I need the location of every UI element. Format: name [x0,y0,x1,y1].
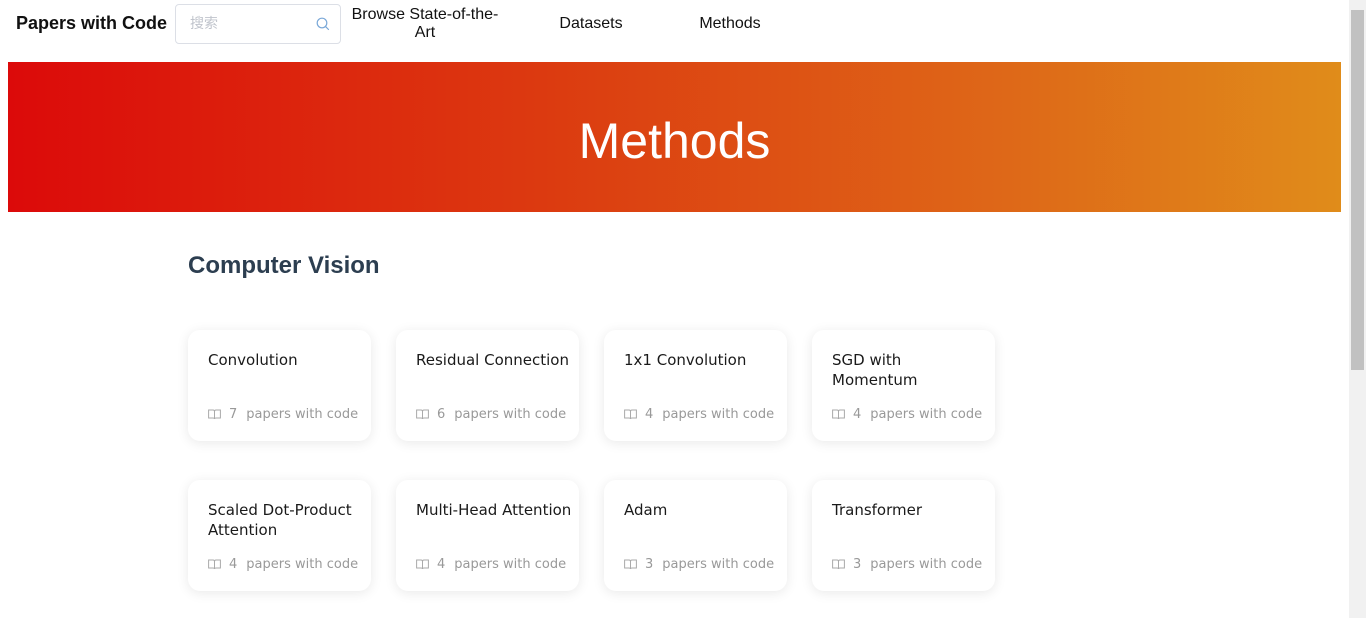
paper-count-value: 4 [645,407,654,422]
method-card-sgd-with-momentum[interactable]: SGD with Momentum 4 papers with code [812,330,995,441]
top-navbar: Papers with Code Browse State-of-the-Art… [0,0,1349,62]
method-card-convolution[interactable]: Convolution 7 papers with code [188,330,371,441]
paper-count-label: papers with code [454,407,567,422]
search-input[interactable] [190,13,310,35]
paper-count-value: 6 [437,407,446,422]
method-card-1x1-convolution[interactable]: 1x1 Convolution 4 papers with code [604,330,787,441]
method-card-residual-connection[interactable]: Residual Connection 6 papers with code [396,330,579,441]
method-card-adam[interactable]: Adam 3 papers with code [604,480,787,591]
paper-count-value: 3 [645,557,654,572]
method-card-multi-head-attention[interactable]: Multi-Head Attention 4 papers with code [396,480,579,591]
hero-banner: Methods [8,62,1341,212]
paper-count-value: 4 [437,557,446,572]
nav-methods[interactable]: Methods [690,15,770,33]
paper-count-label: papers with code [246,407,359,422]
book-icon [832,559,845,570]
method-card-scaled-dot-product-attention[interactable]: Scaled Dot-Product Attention 4 papers wi… [188,480,371,591]
paper-count-value: 4 [229,557,238,572]
search-box[interactable] [175,4,341,44]
paper-count: 4 papers with code [832,407,982,422]
paper-count-label: papers with code [662,557,775,572]
method-name: Convolution [208,351,298,369]
book-icon [416,409,429,420]
paper-count: 7 papers with code [208,407,358,422]
paper-count-label: papers with code [870,407,983,422]
method-name: Residual Connection [416,351,569,369]
book-icon [624,559,637,570]
book-icon [624,409,637,420]
book-icon [208,409,221,420]
brand-logo[interactable]: Papers with Code [16,13,167,34]
nav-datasets[interactable]: Datasets [545,15,637,33]
method-card-transformer[interactable]: Transformer 3 papers with code [812,480,995,591]
paper-count-value: 3 [853,557,862,572]
paper-count: 3 papers with code [624,557,774,572]
page-scrollbar[interactable] [1349,0,1366,618]
paper-count-value: 4 [853,407,862,422]
paper-count: 3 papers with code [832,557,982,572]
method-name: Multi-Head Attention [416,501,572,519]
paper-count: 4 papers with code [208,557,358,572]
method-name: Transformer [832,501,923,519]
book-icon [208,559,221,570]
method-name: Adam [624,501,668,519]
scrollbar-thumb[interactable] [1351,10,1364,370]
paper-count-value: 7 [229,407,238,422]
book-icon [832,409,845,420]
paper-count: 6 papers with code [416,407,566,422]
nav-browse-sota[interactable]: Browse State-of-the-Art [346,6,504,42]
search-icon[interactable] [316,17,330,31]
paper-count-label: papers with code [246,557,359,572]
paper-count-label: papers with code [454,557,567,572]
hero-title: Methods [578,113,771,169]
paper-count-label: papers with code [662,407,775,422]
method-name: SGD with Momentum [832,351,918,389]
section-title: Computer Vision [188,252,380,279]
paper-count: 4 papers with code [416,557,566,572]
paper-count-label: papers with code [870,557,983,572]
paper-count: 4 papers with code [624,407,774,422]
book-icon [416,559,429,570]
method-name: Scaled Dot-Product Attention [208,501,352,539]
method-name: 1x1 Convolution [624,351,747,369]
